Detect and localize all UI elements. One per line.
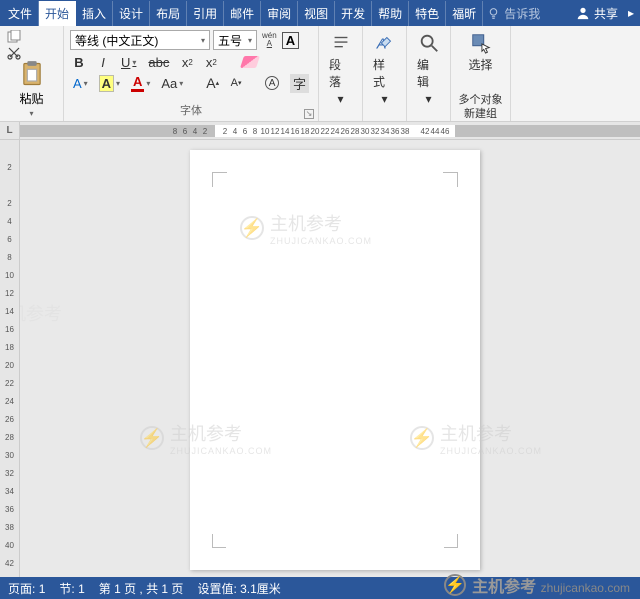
character-shading-button[interactable]: 字 [287,74,312,92]
share-button[interactable]: 共享 [570,5,624,22]
superscript-button[interactable]: x2 [202,53,220,71]
collapse-ribbon-arrow-icon[interactable]: ▸ [624,6,638,20]
text-effects-button[interactable]: A▾ [70,74,91,92]
tab-developer[interactable]: 开发 [335,1,372,26]
status-page-count[interactable]: 第 1 页 , 共 1 页 [99,580,184,597]
tab-view[interactable]: 视图 [298,1,335,26]
character-border-button[interactable]: A [282,32,299,49]
document-canvas[interactable]: ⚡主机参考ZHUJICANKAO.COM ⚡主机参考ZHUJICANKAO.CO… [20,140,640,577]
tab-insert[interactable]: 插入 [76,1,113,26]
tab-layout[interactable]: 布局 [150,1,187,26]
group-font-label: 字体 [180,105,202,117]
group-styles: A 样式▾ [363,26,407,121]
font-dialog-launcher[interactable]: ↘ [304,109,314,119]
ruler-corner[interactable]: L [0,122,20,140]
underline-button[interactable]: U ▾ [118,53,139,71]
group-select: 选择 多个对象 新建组 [451,26,511,121]
tell-me-search[interactable]: 告诉我 [487,5,540,22]
cut-icon[interactable] [6,46,22,60]
italic-button[interactable]: I [94,53,112,71]
enclose-characters-button[interactable]: A [262,74,282,92]
status-setting[interactable]: 设置值: 3.1厘米 [197,580,280,597]
subscript-button[interactable]: x2 [178,53,196,71]
highlight-button[interactable]: A▾ [96,74,123,92]
strikethrough-button[interactable]: abc [145,53,172,71]
tab-special[interactable]: 特色 [409,1,446,26]
person-icon [576,6,590,20]
paragraph-icon [330,32,352,54]
group-paragraph: 段落▾ [319,26,363,121]
horizontal-ruler[interactable]: 8642246810121416182022242628303234363842… [20,122,640,140]
shrink-font-button[interactable]: A▾ [227,74,245,92]
find-icon [418,32,440,54]
lightbulb-icon [487,7,500,20]
change-case-button[interactable]: Aa▾ [158,74,186,92]
group-clipboard: 粘贴 ▾ 剪贴板↘ [0,26,64,121]
select-pointer-icon [470,32,492,54]
font-size-combo[interactable]: 五号▾ [213,30,257,50]
tab-references[interactable]: 引用 [187,1,224,26]
editing-button[interactable]: 编辑▾ [413,30,444,108]
ribbon: 粘贴 ▾ 剪贴板↘ 等线 (中文正文)▾ 五号▾ wénA A B I U ▾ … [0,26,640,122]
select-sub1: 多个对象 [457,93,504,107]
tab-foxit[interactable]: 福昕 [446,1,483,26]
vertical-ruler[interactable]: 2246810121416182022242628303234363840424… [0,140,20,577]
tab-review[interactable]: 审阅 [261,1,298,26]
status-section[interactable]: 节: 1 [59,580,84,597]
tab-help[interactable]: 帮助 [372,1,409,26]
tab-bar: 文件 开始 插入 设计 布局 引用 邮件 审阅 视图 开发 帮助 特色 福昕 告… [0,0,640,26]
watermark-footer: ⚡ 主机参考 zhujicankao.com [444,573,630,597]
copy-icon[interactable] [6,30,22,44]
tab-file[interactable]: 文件 [2,1,39,26]
select-objects-button[interactable]: 选择 [457,30,504,75]
font-color-button[interactable]: A▾ [128,74,153,92]
font-name-combo[interactable]: 等线 (中文正文)▾ [70,30,210,50]
status-page[interactable]: 页面: 1 [8,580,45,597]
paste-button[interactable]: 粘贴 ▾ [6,60,57,118]
document-workspace: L 86422468101214161820222426283032343638… [0,122,640,577]
grow-font-button[interactable]: A▴ [203,74,222,92]
watermark: 主机参考 [20,300,62,326]
clipboard-icon [18,60,46,88]
document-page[interactable] [190,150,480,570]
phonetic-guide-button[interactable]: wénA [260,30,279,50]
select-sub2: 新建组 [457,107,504,121]
styles-button[interactable]: A 样式▾ [369,30,400,108]
bold-button[interactable]: B [70,53,88,71]
tab-design[interactable]: 设计 [113,1,150,26]
group-font: 等线 (中文正文)▾ 五号▾ wénA A B I U ▾ abc x2 x2 … [64,26,319,121]
styles-icon: A [374,32,396,54]
paragraph-button[interactable]: 段落▾ [325,30,356,108]
group-editing: 编辑▾ [407,26,451,121]
tab-mail[interactable]: 邮件 [224,1,261,26]
tab-home[interactable]: 开始 [39,1,76,26]
eraser-icon [240,56,260,68]
clear-formatting-button[interactable] [239,53,261,71]
